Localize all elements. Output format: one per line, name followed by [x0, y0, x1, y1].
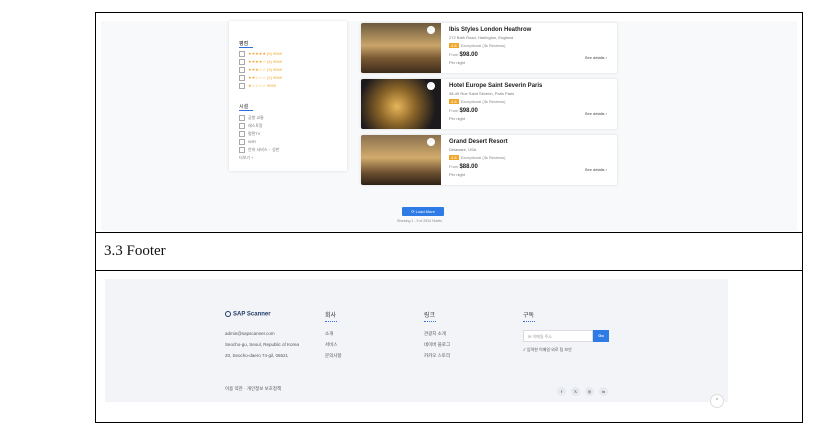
section-heading: 3.3 Footer	[104, 243, 166, 259]
facility-filter-item[interactable]: 안마 서비스 ~ 상한	[239, 147, 279, 153]
checkbox[interactable]	[239, 139, 245, 145]
title-underline	[523, 319, 535, 322]
subscribe-go-button[interactable]: Go	[593, 330, 609, 342]
hotel-card[interactable]: ♡ Hotel Europe Saint Severin Paris 38-40…	[361, 79, 617, 129]
section-heading-row: 3.3 Footer	[96, 233, 802, 271]
facility-more-link[interactable]: 더보기 +	[239, 155, 254, 161]
rating-filter-item[interactable]: ★★☆☆☆ (2) 9999	[239, 75, 282, 81]
rating-badge: 4.8	[449, 155, 459, 160]
rating-filter-underline	[239, 47, 253, 48]
hotel-address: Delaware, USA	[449, 147, 477, 152]
logo-icon	[225, 311, 231, 317]
footer-panel: SAP Scanner admin@sapscanner.com Seocho-…	[105, 279, 728, 408]
subscribe-column-title: 구독	[523, 313, 535, 319]
see-details-link[interactable]: See details ›	[585, 111, 607, 116]
email-input[interactable]: ✉ 이메일 주소	[523, 330, 593, 342]
footer-link[interactable]: 관광지 소개	[424, 331, 446, 337]
footer-address-line2: 20, Seocho-daero 74-gil, 06621	[225, 353, 289, 358]
footer-screenshot: SAP Scanner admin@sapscanner.com Seocho-…	[96, 271, 802, 422]
checkbox[interactable]	[239, 59, 245, 65]
rating-filter-item[interactable]: ★★★★☆ (4) 9999	[239, 59, 282, 65]
checkbox[interactable]	[239, 83, 245, 89]
facility-filter-item[interactable]: 레스토랑	[239, 123, 263, 129]
subscribe-note: ✓ 입력한 이메일 외로 팀 보안	[523, 347, 572, 352]
hotel-name[interactable]: Grand Desert Resort	[449, 139, 508, 145]
rating-filter-title: 평점	[239, 41, 249, 47]
showing-count: Showing 1 - 9 of 2534 Hotels	[397, 219, 442, 223]
links-column-title: 링크	[424, 313, 436, 319]
see-details-link[interactable]: See details ›	[585, 55, 607, 60]
rating-filter-item[interactable]: ★★★☆☆ (3) 9999	[239, 67, 282, 73]
rating-filter-item[interactable]: ★★★★★ (5) 9999	[239, 51, 282, 57]
twitter-icon[interactable]: 𝕏	[571, 387, 580, 396]
heart-icon[interactable]: ♡	[427, 26, 435, 34]
back-to-top-icon[interactable]: ^	[710, 394, 724, 408]
heart-icon[interactable]: ♡	[427, 138, 435, 146]
filter-sidebar: 평점 ★★★★★ (5) 9999 ★★★★☆ (4) 9999 ★★★☆☆ (…	[229, 21, 347, 171]
hotel-card[interactable]: ♡ Grand Desert Resort Delaware, USA 4.8 E…	[361, 135, 617, 185]
hotel-listing-panel: 평점 ★★★★★ (5) 9999 ★★★★☆ (4) 9999 ★★★☆☆ (…	[101, 21, 797, 231]
company-column-title: 회사	[325, 313, 337, 319]
facility-filter-item[interactable]: 평면TV	[239, 131, 260, 137]
facility-filter-title: 시설	[239, 104, 249, 110]
checkbox[interactable]	[239, 67, 245, 73]
footer-link[interactable]: 소개	[325, 331, 333, 337]
price-unit: Per night	[449, 116, 466, 121]
title-underline	[325, 319, 337, 322]
heart-icon[interactable]: ♡	[427, 82, 435, 90]
facility-filter-item[interactable]: WiFi	[239, 139, 256, 145]
footer-link[interactable]: 카카오 스토리	[424, 353, 450, 359]
rating-filter-item[interactable]: ★☆☆☆☆ 9999	[239, 83, 276, 89]
hotel-rating: 4.8 Exceptional (3k Reviews)	[449, 155, 506, 160]
load-more-button[interactable]: ⟳ Load More	[402, 207, 444, 216]
checkbox[interactable]	[239, 115, 245, 121]
hotel-price: From $88.00	[449, 164, 478, 170]
hotel-address: 38-40 Rue Saint Séverin, Paris Paris	[449, 91, 515, 96]
hotel-name[interactable]: Hotel Europe Saint Severin Paris	[449, 83, 542, 89]
hotel-card[interactable]: ♡ Ibis Styles London Heathrow 272 Bath R…	[361, 23, 617, 73]
footer-link[interactable]: 서비스	[325, 342, 337, 348]
hotel-price: From $98.00	[449, 52, 478, 58]
checkbox[interactable]	[239, 51, 245, 57]
footer-address-line1: Seocho-gu, Seoul, Republic of Korea	[225, 342, 300, 347]
logo[interactable]: SAP Scanner	[225, 311, 271, 318]
facility-filter-underline	[239, 110, 253, 111]
footer-email[interactable]: admin@sapscanner.com	[225, 331, 275, 336]
linkedin-icon[interactable]: in	[599, 387, 608, 396]
hotel-rating: 4.8 Exceptional (3k Reviews)	[449, 43, 506, 48]
price-unit: Per night	[449, 172, 466, 177]
checkbox[interactable]	[239, 147, 245, 153]
hotel-listing-screenshot: 평점 ★★★★★ (5) 9999 ★★★★☆ (4) 9999 ★★★☆☆ (…	[96, 13, 802, 233]
see-details-link[interactable]: See details ›	[585, 167, 607, 172]
instagram-icon[interactable]: ◎	[585, 387, 594, 396]
title-underline	[424, 319, 436, 322]
checkbox[interactable]	[239, 75, 245, 81]
legal-links[interactable]: 이용 약관 · 개인정보 보호정책	[225, 386, 281, 392]
facility-filter-item[interactable]: 공항 교통	[239, 115, 264, 121]
hotel-rating: 4.8 Exceptional (3k Reviews)	[449, 99, 506, 104]
hotel-address: 272 Bath Road, Harlington, England	[449, 35, 514, 40]
hotel-name[interactable]: Ibis Styles London Heathrow	[449, 27, 531, 33]
checkbox[interactable]	[239, 131, 245, 137]
rating-badge: 4.8	[449, 99, 459, 104]
checkbox[interactable]	[239, 123, 245, 129]
rating-badge: 4.8	[449, 43, 459, 48]
document-table: 평점 ★★★★★ (5) 9999 ★★★★☆ (4) 9999 ★★★☆☆ (…	[95, 12, 803, 423]
facebook-icon[interactable]: f	[557, 387, 566, 396]
hotel-price: From $98.00	[449, 108, 478, 114]
footer-link[interactable]: 문의사항	[325, 353, 342, 359]
footer-link[interactable]: 네이버 블로그	[424, 342, 450, 348]
price-unit: Per night	[449, 60, 466, 65]
